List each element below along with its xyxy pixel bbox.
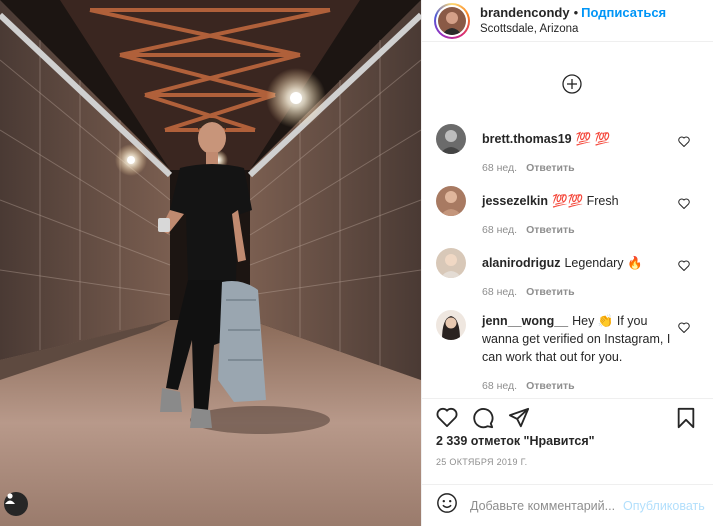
comment-like-icon[interactable] bbox=[678, 134, 690, 152]
comment-age[interactable]: 68 нед. bbox=[482, 224, 517, 236]
comment-icon[interactable] bbox=[472, 407, 494, 434]
comment-text: 💯 💯 bbox=[575, 132, 611, 146]
publish-button[interactable]: Опубликовать bbox=[623, 499, 705, 513]
comment-age[interactable]: 68 нед. bbox=[482, 380, 517, 392]
commenter-avatar[interactable] bbox=[436, 124, 466, 154]
reply-button[interactable]: Ответить bbox=[526, 380, 575, 392]
comment-username[interactable]: jessezelkin bbox=[482, 194, 548, 208]
reply-button[interactable]: Ответить bbox=[526, 224, 575, 236]
reply-button[interactable]: Ответить bbox=[526, 286, 575, 298]
user-tag-icon[interactable] bbox=[4, 492, 28, 516]
post-location[interactable]: Scottsdale, Arizona bbox=[480, 21, 666, 37]
comment-username[interactable]: alanirodriguz bbox=[482, 256, 560, 270]
comments-list: brett.thomas19 💯 💯 68 нед. Ответить jessez… bbox=[422, 42, 713, 398]
author-username[interactable]: brandencondy bbox=[480, 5, 570, 20]
post-actions: 2 339 отметок "Нравится" 25 ОКТЯБРЯ 2019… bbox=[422, 398, 713, 484]
post-photo[interactable] bbox=[0, 0, 421, 526]
comment-username[interactable]: jenn__wong__ bbox=[482, 314, 568, 328]
comment-like-icon[interactable] bbox=[678, 320, 690, 338]
commenter-avatar[interactable] bbox=[436, 186, 466, 216]
plus-circle-icon[interactable] bbox=[562, 74, 582, 94]
story-ring[interactable] bbox=[434, 2, 470, 39]
comment-text: Legendary 🔥 bbox=[564, 256, 643, 270]
paper-plane-icon[interactable] bbox=[508, 407, 530, 434]
post-date[interactable]: 25 ОКТЯБРЯ 2019 Г. bbox=[436, 457, 527, 467]
post-side-panel: brandencondy • Подписаться Scottsdale, Ari… bbox=[421, 0, 713, 526]
comment-like-icon[interactable] bbox=[678, 258, 690, 276]
instagram-post: brandencondy • Подписаться Scottsdale, Ari… bbox=[0, 0, 713, 526]
comment-input[interactable]: Добавьте комментарий... bbox=[470, 499, 615, 513]
commenter-avatar[interactable] bbox=[436, 310, 466, 340]
smile-icon[interactable] bbox=[436, 492, 458, 519]
comment-username[interactable]: brett.thomas19 bbox=[482, 132, 572, 146]
add-comment-bar: Добавьте комментарий... Опубликовать bbox=[422, 484, 713, 526]
post-header: brandencondy • Подписаться Scottsdale, Ari… bbox=[422, 0, 713, 42]
comment-text: 💯💯 Fresh bbox=[552, 194, 619, 208]
reply-button[interactable]: Ответить bbox=[526, 162, 575, 174]
comment-age[interactable]: 68 нед. bbox=[482, 286, 517, 298]
post-image bbox=[0, 0, 421, 526]
heart-icon[interactable] bbox=[436, 407, 458, 432]
author-avatar bbox=[438, 6, 466, 35]
comment-age[interactable]: 68 нед. bbox=[482, 162, 517, 174]
follow-button[interactable]: Подписаться bbox=[581, 5, 666, 20]
comment-like-icon[interactable] bbox=[678, 196, 690, 214]
commenter-avatar[interactable] bbox=[436, 248, 466, 278]
likes-count[interactable]: 2 339 отметок "Нравится" bbox=[436, 434, 595, 448]
separator-dot: • bbox=[573, 4, 579, 20]
bookmark-icon[interactable] bbox=[676, 407, 696, 434]
